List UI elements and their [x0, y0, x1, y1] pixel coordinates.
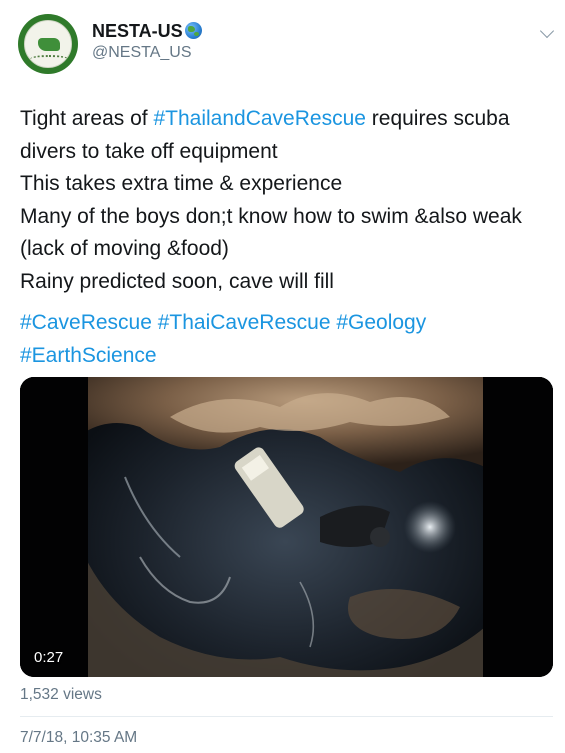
- chevron-down-icon[interactable]: [539, 23, 555, 39]
- tweet-line: (lack of moving &food): [20, 237, 229, 260]
- hashtag-link[interactable]: #ThailandCaveRescue: [153, 107, 365, 130]
- tweet-text-segment: Tight areas of: [20, 107, 154, 130]
- display-name-text: NESTA-US: [92, 21, 183, 41]
- video-player[interactable]: [20, 377, 553, 677]
- view-count: 1,532 views: [20, 686, 102, 703]
- display-name[interactable]: NESTA-US: [92, 21, 202, 42]
- tweet-text-segment: requires scuba: [365, 107, 510, 130]
- tweet-line: Rainy predicted soon, cave will fill: [20, 269, 334, 293]
- usa-map-icon: [38, 38, 60, 51]
- hashtag-links[interactable]: #CaveRescue #ThaiCaveRescue #Geology: [20, 307, 550, 340]
- hashtags: #CaveRescue #ThaiCaveRescue #Geology #Ea…: [20, 307, 550, 372]
- tweet-line: This takes extra time & experience: [20, 172, 343, 195]
- tweet-timestamp[interactable]: 7/7/18, 10:35 AM: [20, 729, 137, 747]
- avatar[interactable]: [18, 14, 78, 74]
- video-duration: 0:27: [34, 649, 64, 666]
- video-thumbnail: [20, 377, 553, 677]
- nesta-logo-icon: [24, 20, 72, 68]
- tweet-line: Many of the boys don;t know how to swim …: [20, 204, 522, 228]
- tweet-header: NESTA-US @NESTA_US: [0, 0, 565, 90]
- user-handle[interactable]: @NESTA_US: [92, 44, 192, 62]
- globe-emoji-icon: [184, 22, 202, 39]
- logo-ring-decoration: [30, 55, 68, 63]
- hashtag-links[interactable]: #EarthScience: [20, 340, 550, 373]
- tweet-text: Tight areas of #ThailandCaveRescue requi…: [20, 103, 550, 298]
- tweet-line: Tight areas of #ThailandCaveRescue requi…: [20, 103, 550, 136]
- divider: [20, 716, 553, 717]
- tweet-line: divers to take off equipment: [20, 139, 278, 163]
